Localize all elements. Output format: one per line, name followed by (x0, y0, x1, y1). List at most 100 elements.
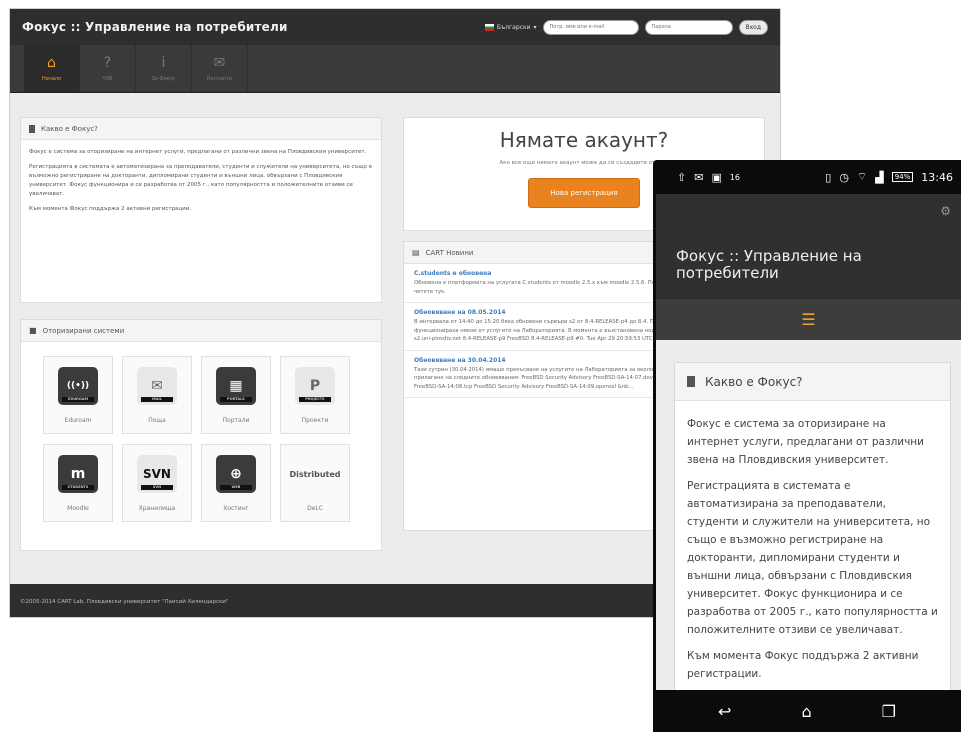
signup-title: Нямате акаунт? (499, 128, 669, 152)
system-logo-icon: SVN SVN (137, 455, 177, 493)
status-right: ▯ ◷ ⌔ ▟ 94% 13:46 (825, 170, 953, 184)
mobile-site-title[interactable]: Фокус :: Управление на потребители (676, 248, 906, 282)
status-notification-count: 16 (729, 172, 741, 182)
system-logo-icon: ((•)) EDUROAM (58, 367, 98, 405)
mobile-header: ⚙ Фокус :: Управление на потребители (656, 194, 961, 298)
android-nav-bar: ↩ ⌂ ❐ (653, 690, 961, 732)
news-title: CART Новини (425, 248, 474, 257)
system-glyph: P (309, 378, 321, 394)
system-glyph: ⊕ (230, 466, 242, 482)
home-icon[interactable]: ⌂ (801, 702, 811, 721)
system-logo-icon: ✉ MAIL (137, 367, 177, 405)
system-glyph: m (70, 466, 86, 482)
document-icon (29, 124, 35, 133)
mobile-about-header: Какво е Фокус? (675, 363, 950, 401)
nav-label: ЧЗВ (102, 75, 113, 82)
battery-level: 94% (891, 172, 914, 182)
system-card[interactable]: ▦ PORTALS Портали (201, 356, 271, 434)
calendar-icon: ▤ (412, 248, 420, 257)
system-name: Хранилища (138, 505, 176, 512)
systems-panel: ■ Оторизирани системи ((•)) EDUROAM Eduroa… (20, 319, 382, 551)
system-card[interactable]: ((•)) EDUROAM Eduroam (43, 356, 113, 434)
gear-icon[interactable]: ⚙ (940, 204, 951, 218)
system-card[interactable]: SVN SVN Хранилища (122, 444, 192, 522)
system-name: Портали (222, 417, 250, 424)
nav-label: За Фокус (151, 75, 176, 82)
top-bar: Фокус :: Управление на потребители Бълга… (10, 9, 780, 45)
system-logo-icon: ⊕ WEB (216, 455, 256, 493)
system-glyph: ✉ (151, 378, 163, 394)
system-glyph: SVN (143, 467, 171, 481)
mobile-about-title: Какво е Фокус? (705, 374, 803, 389)
system-name: Поща (148, 417, 166, 424)
mobile-about-body: Фокус е система за оторизиране на интерн… (675, 401, 950, 690)
wifi-icon: ⌔ (856, 170, 868, 183)
site-brand[interactable]: Фокус :: Управление на потребители (22, 20, 288, 34)
android-status-bar: ⇧ ✉ ▣ 16 ▯ ◷ ⌔ ▟ 94% 13:46 (653, 160, 961, 194)
systems-panel-header: ■ Оторизирани системи (21, 320, 381, 342)
language-selector[interactable]: Български ▾ (484, 23, 537, 31)
system-card[interactable]: m STUDENTS Moodle (43, 444, 113, 522)
system-card[interactable]: Distributed DeLC (280, 444, 350, 522)
nav-item-1[interactable]: ? ЧЗВ (80, 45, 136, 92)
about-panel-header: Какво е Фокус? (21, 118, 381, 140)
upload-icon: ⇧ (677, 170, 687, 184)
about-body: Фокус е система за оторизиране на интерн… (21, 140, 381, 228)
login-button[interactable]: Вход (738, 19, 768, 35)
system-logo-icon: ▦ PORTALS (216, 367, 256, 405)
bookmark-icon: ■ (29, 326, 37, 335)
about-title: Какво е Фокус? (41, 124, 98, 133)
system-name: Eduroam (64, 417, 92, 424)
info-icon: i (161, 54, 166, 71)
mail-icon: ✉ (213, 54, 226, 71)
new-registration-button[interactable]: Нова регистрация (528, 178, 640, 208)
login-area: Български ▾ Вход (484, 19, 768, 35)
system-card[interactable]: ✉ MAIL Поща (122, 356, 192, 434)
language-label: Български (496, 23, 531, 31)
nav-item-2[interactable]: i За Фокус (136, 45, 192, 92)
system-logo-icon: m STUDENTS (58, 455, 98, 493)
document-icon (687, 376, 695, 387)
nav-label: Контакти (206, 75, 233, 82)
bulgarian-flag-icon (484, 23, 494, 31)
about-paragraph: Към момента Фокус поддържа 2 активни рег… (29, 206, 192, 212)
nav-item-0[interactable]: ⌂ Начало (24, 45, 80, 92)
system-tag: MAIL (141, 397, 173, 402)
system-tag: PORTALS (220, 397, 252, 402)
mobile-about-paragraph: Фокус е система за оторизиране на интерн… (687, 418, 924, 466)
systems-title: Оторизирани системи (42, 326, 125, 335)
phone-screenshot: ⇧ ✉ ▣ 16 ▯ ◷ ⌔ ▟ 94% 13:46 ⚙ Фокус :: Уп… (653, 160, 961, 732)
hamburger-menu-icon[interactable]: ☰ (801, 310, 815, 329)
signal-icon: ▟ (875, 170, 884, 184)
system-glyph: ▦ (229, 378, 243, 394)
system-tag: PROJECTS (299, 397, 331, 402)
main-nav: ⌂ Начало? ЧЗВ i За Фокус ✉ Контакти (10, 45, 780, 93)
back-icon[interactable]: ↩ (718, 702, 731, 721)
about-paragraph: Регистрацията в системата е автоматизира… (29, 164, 373, 197)
username-input[interactable] (542, 19, 639, 35)
caret-down-icon: ▾ (533, 23, 537, 31)
system-glyph: ((•)) (66, 381, 90, 391)
system-logo-icon: Distributed (289, 455, 340, 493)
password-input[interactable] (644, 19, 733, 35)
mobile-menu-bar: ☰ (656, 298, 961, 340)
nav-item-3[interactable]: ✉ Контакти (192, 45, 248, 92)
system-logo-icon: P PROJECTS (295, 367, 335, 405)
mobile-about-paragraph: Регистрацията в системата е автоматизира… (687, 480, 938, 636)
about-paragraph: Фокус е система за оторизиране на интерн… (29, 149, 367, 155)
system-card[interactable]: P PROJECTS Проекти (280, 356, 350, 434)
recent-apps-icon[interactable]: ❐ (882, 702, 896, 721)
system-name: Хостинг (223, 505, 249, 512)
mail-icon: ✉ (694, 170, 704, 184)
phone-browser-view: ⚙ Фокус :: Управление на потребители ☰ К… (656, 194, 961, 690)
system-card[interactable]: ⊕ WEB Хостинг (201, 444, 271, 522)
vibrate-icon: ▯ (825, 170, 832, 184)
nav-label: Начало (41, 75, 62, 82)
systems-grid: ((•)) EDUROAM Eduroam ✉ MAIL Поща ▦ PORTALS Порт… (21, 342, 381, 522)
system-tag: STUDENTS (62, 485, 94, 490)
mobile-about-paragraph: Към момента Фокус поддържа 2 активни рег… (687, 650, 919, 680)
image-icon: ▣ (711, 170, 722, 184)
question-icon: ? (103, 54, 112, 71)
system-tag: EDUROAM (62, 397, 94, 402)
system-tag: WEB (220, 485, 252, 490)
